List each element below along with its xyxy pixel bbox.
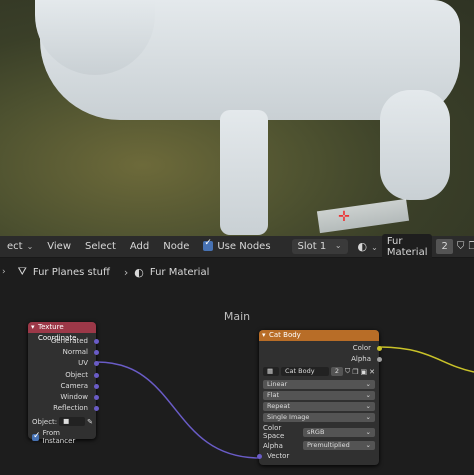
- socket-label: Generated: [50, 337, 88, 345]
- socket[interactable]: [93, 361, 99, 367]
- dropdown-value: sRGB: [307, 427, 325, 436]
- object-label: Object:: [32, 417, 58, 426]
- chevron-down-icon: ⌄: [365, 380, 371, 389]
- socket[interactable]: [93, 406, 99, 412]
- extension-dropdown[interactable]: Repeat ⌄: [263, 402, 375, 412]
- fake-user-icon[interactable]: ⛉: [345, 367, 350, 376]
- socket-label: Vector: [267, 452, 290, 461]
- socket-label: Color: [352, 344, 371, 352]
- socket[interactable]: [93, 394, 99, 400]
- chevron-down-icon: ⌄: [365, 402, 371, 411]
- color-link: [378, 346, 474, 373]
- socket[interactable]: [376, 346, 382, 351]
- dropdown-value: Repeat: [267, 402, 290, 411]
- projection-dropdown[interactable]: Flat ⌄: [263, 391, 375, 401]
- output-window[interactable]: Window: [28, 392, 99, 403]
- chevron-down-icon: ⌄: [365, 391, 371, 400]
- output-reflection[interactable]: Reflection: [28, 403, 99, 414]
- output-alpha[interactable]: Alpha: [259, 354, 382, 365]
- socket-label: UV: [78, 359, 88, 368]
- alpha-mode-dropdown[interactable]: Premultiplied ⌄: [303, 441, 375, 451]
- socket-label: Normal: [62, 348, 88, 357]
- socket[interactable]: [376, 357, 382, 363]
- new-image-icon[interactable]: ❐: [352, 368, 358, 376]
- image-name-field[interactable]: Cat Body: [281, 367, 329, 377]
- texture-coordinate-node[interactable]: Texture Coordinate Generated Normal UV O…: [28, 322, 99, 445]
- from-instancer-label: From Instancer: [42, 429, 76, 446]
- checkbox-icon[interactable]: [32, 431, 40, 441]
- chevron-down-icon: ⌄: [365, 413, 371, 422]
- dropdown-value: Premultiplied: [307, 441, 350, 450]
- image-texture-node[interactable]: Cat Body Color Alpha ▦ Cat Body 2 ⛉ ❐ ▣ …: [256, 330, 382, 465]
- image-browse-icon[interactable]: ▦: [263, 367, 279, 377]
- output-normal[interactable]: Normal: [28, 347, 99, 358]
- dropdown-value: Linear: [267, 380, 288, 389]
- object-field[interactable]: ■: [59, 417, 86, 427]
- dropdown-value: Single Image: [267, 413, 310, 422]
- output-generated[interactable]: Generated: [28, 336, 99, 347]
- chevron-down-icon: ⌄: [365, 441, 371, 450]
- alpha-label: Alpha: [263, 441, 283, 450]
- input-vector[interactable]: Vector: [256, 451, 379, 462]
- chevron-down-icon: ⌄: [365, 427, 371, 436]
- image-user-count[interactable]: 2: [330, 367, 343, 377]
- output-camera[interactable]: Camera: [28, 381, 99, 392]
- node-header[interactable]: Cat Body: [259, 330, 379, 341]
- socket-label: Reflection: [53, 404, 88, 413]
- socket-label: Alpha: [351, 355, 371, 364]
- socket[interactable]: [93, 372, 99, 378]
- color-space-label: Color Space: [263, 424, 285, 441]
- open-image-icon[interactable]: ▣: [361, 368, 368, 376]
- socket[interactable]: [93, 383, 99, 389]
- object-icon: ■: [63, 417, 70, 426]
- close-icon[interactable]: ✕: [369, 368, 375, 376]
- socket[interactable]: [93, 339, 99, 344]
- socket-label: Camera: [60, 381, 88, 390]
- output-object[interactable]: Object: [28, 370, 99, 381]
- socket-label: Window: [60, 392, 88, 401]
- socket-label: Object: [65, 370, 88, 379]
- socket[interactable]: [93, 350, 99, 356]
- node-header[interactable]: Texture Coordinate: [28, 322, 96, 342]
- dropdown-value: Flat: [267, 391, 280, 400]
- eyedropper-icon[interactable]: ✎: [87, 418, 93, 426]
- interpolation-dropdown[interactable]: Linear ⌄: [263, 380, 375, 390]
- output-color[interactable]: Color: [259, 343, 382, 354]
- color-space-dropdown[interactable]: sRGB ⌄: [303, 427, 375, 437]
- output-uv[interactable]: UV: [28, 358, 99, 369]
- source-dropdown[interactable]: Single Image ⌄: [263, 413, 375, 423]
- socket[interactable]: [256, 454, 262, 460]
- uv-link: [96, 361, 261, 459]
